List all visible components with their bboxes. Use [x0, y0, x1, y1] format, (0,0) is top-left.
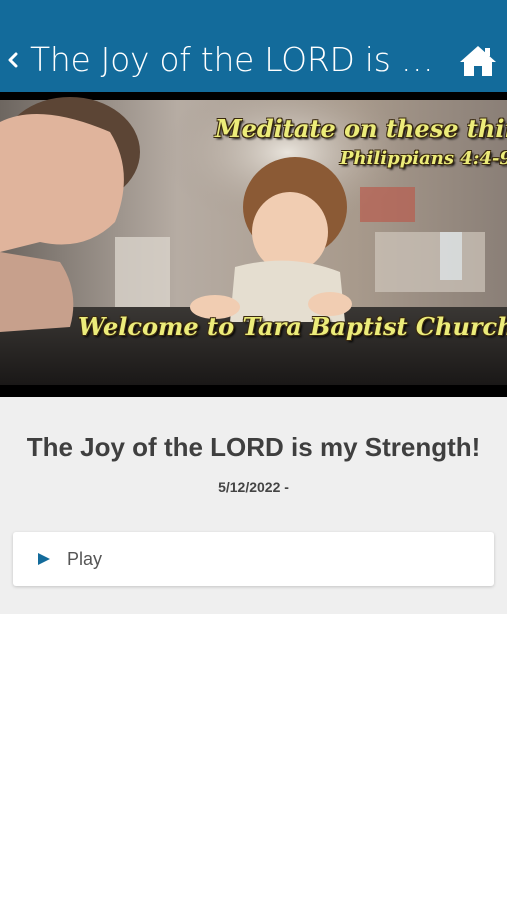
banner-scripture: Philippians 4:4-9: [340, 148, 507, 169]
home-button[interactable]: [458, 43, 498, 79]
play-label: Play: [67, 549, 103, 569]
play-icon: [38, 553, 50, 565]
sermon-title: The Joy of the LORD is my Strength!: [26, 432, 481, 462]
empty-area: [0, 614, 507, 900]
sermon-details: The Joy of the LORD is my Strength! 5/12…: [0, 397, 507, 614]
banner-welcome: Welcome to Tara Baptist Church: [78, 312, 507, 341]
sermon-date: 5/12/2022 -: [218, 479, 289, 495]
banner-heading: Meditate on these things: [215, 114, 507, 143]
back-button[interactable]: [2, 38, 24, 82]
chevron-left-icon: [8, 52, 18, 68]
play-button[interactable]: Play: [13, 532, 494, 586]
sermon-banner-image: Meditate on these things Philippians 4:4…: [0, 92, 507, 397]
page-title: The Joy of the LORD is …: [30, 40, 434, 79]
app-header: The Joy of the LORD is …: [0, 0, 507, 92]
home-icon: [460, 46, 496, 76]
